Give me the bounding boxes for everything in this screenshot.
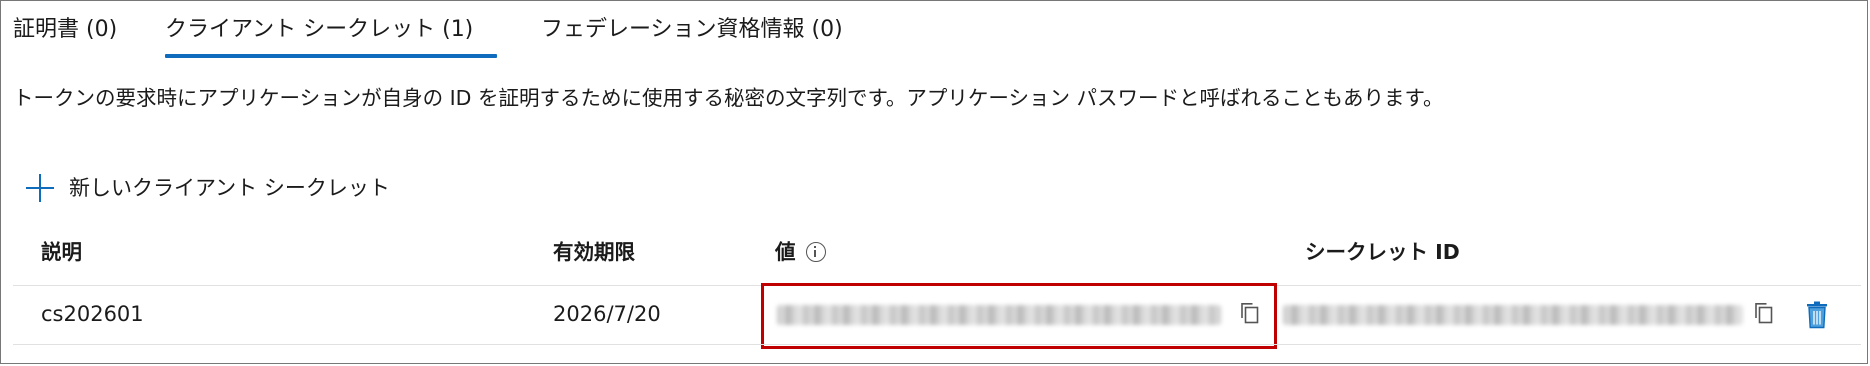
secret-id-redacted (1283, 305, 1743, 325)
secret-value-redacted (777, 305, 1221, 325)
active-tab-indicator (165, 54, 497, 58)
copy-value-icon[interactable] (1239, 301, 1261, 325)
column-header-description: 説明 (41, 240, 82, 264)
client-secrets-panel: 証明書 (0) クライアント シークレット (1) フェデレーション資格情報 (… (0, 0, 1868, 364)
tab-client-secrets[interactable]: クライアント シークレット (1) (165, 15, 473, 45)
table-row-divider (13, 344, 1861, 345)
column-header-value-label: 値 (775, 240, 796, 264)
tab-certificates[interactable]: 証明書 (0) (13, 15, 117, 45)
new-client-secret-button[interactable]: 新しいクライアント シークレット (25, 171, 390, 205)
secret-description-cell: cs202601 (41, 302, 144, 326)
secret-expires-cell: 2026/7/20 (553, 302, 661, 326)
column-header-value: 値 (775, 237, 826, 267)
column-header-secret-id: シークレット ID (1305, 240, 1460, 264)
tab-bar: 証明書 (0) クライアント シークレット (1) フェデレーション資格情報 (… (1, 1, 1867, 61)
tab-federated-credentials[interactable]: フェデレーション資格情報 (0) (541, 15, 843, 45)
section-description: トークンの要求時にアプリケーションが自身の ID を証明するために使用する秘密の… (13, 86, 1444, 110)
plus-icon (25, 173, 55, 203)
trash-icon[interactable] (1805, 301, 1829, 329)
copy-secret-id-icon[interactable] (1753, 301, 1775, 325)
info-icon[interactable] (805, 242, 826, 262)
column-header-expires: 有効期限 (553, 240, 635, 264)
new-client-secret-label: 新しいクライアント シークレット (69, 176, 390, 200)
